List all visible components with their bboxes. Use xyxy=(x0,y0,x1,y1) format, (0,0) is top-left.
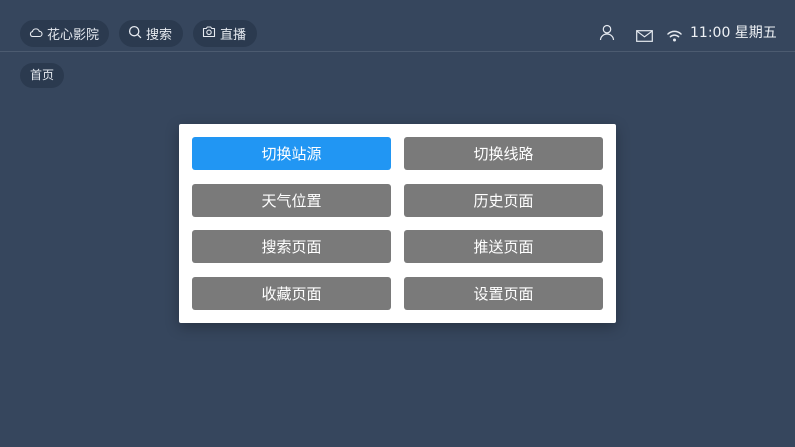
favorites-page-button[interactable]: 收藏页面 xyxy=(192,276,391,310)
top-bar: 花心影院 搜索 直播 11:00 星期五 xyxy=(0,0,795,52)
weather-location-button[interactable]: 天气位置 xyxy=(192,183,391,217)
switch-route-button[interactable]: 切换线路 xyxy=(404,137,603,170)
search-pill-button[interactable]: 搜索 xyxy=(119,20,183,47)
live-pill-button[interactable]: 直播 xyxy=(193,20,257,47)
history-page-button[interactable]: 历史页面 xyxy=(404,183,603,217)
quick-menu-dialog: 切换站源 切换线路 天气位置 历史页面 搜索页面 推送页面 收藏页面 设置页面 xyxy=(179,124,616,323)
camera-icon xyxy=(202,25,220,42)
switch-source-button[interactable]: 切换站源 xyxy=(192,137,391,170)
search-icon xyxy=(128,25,146,43)
home-pill-label: 花心影院 xyxy=(47,28,100,43)
home-pill-button[interactable]: 花心影院 xyxy=(20,20,109,47)
mail-icon[interactable] xyxy=(636,27,653,46)
cloud-icon xyxy=(29,26,47,42)
quick-menu-grid: 切换站源 切换线路 天气位置 历史页面 搜索页面 推送页面 收藏页面 设置页面 xyxy=(192,137,603,310)
settings-page-button[interactable]: 设置页面 xyxy=(404,276,603,310)
clock-text: 11:00 星期五 xyxy=(690,25,777,41)
search-page-button[interactable]: 搜索页面 xyxy=(192,230,391,263)
live-pill-label: 直播 xyxy=(220,28,247,43)
user-icon[interactable] xyxy=(599,24,615,45)
wifi-icon xyxy=(667,27,682,46)
search-pill-label: 搜索 xyxy=(146,28,173,43)
breadcrumb-home[interactable]: 首页 xyxy=(20,63,65,88)
push-page-button[interactable]: 推送页面 xyxy=(404,230,603,263)
